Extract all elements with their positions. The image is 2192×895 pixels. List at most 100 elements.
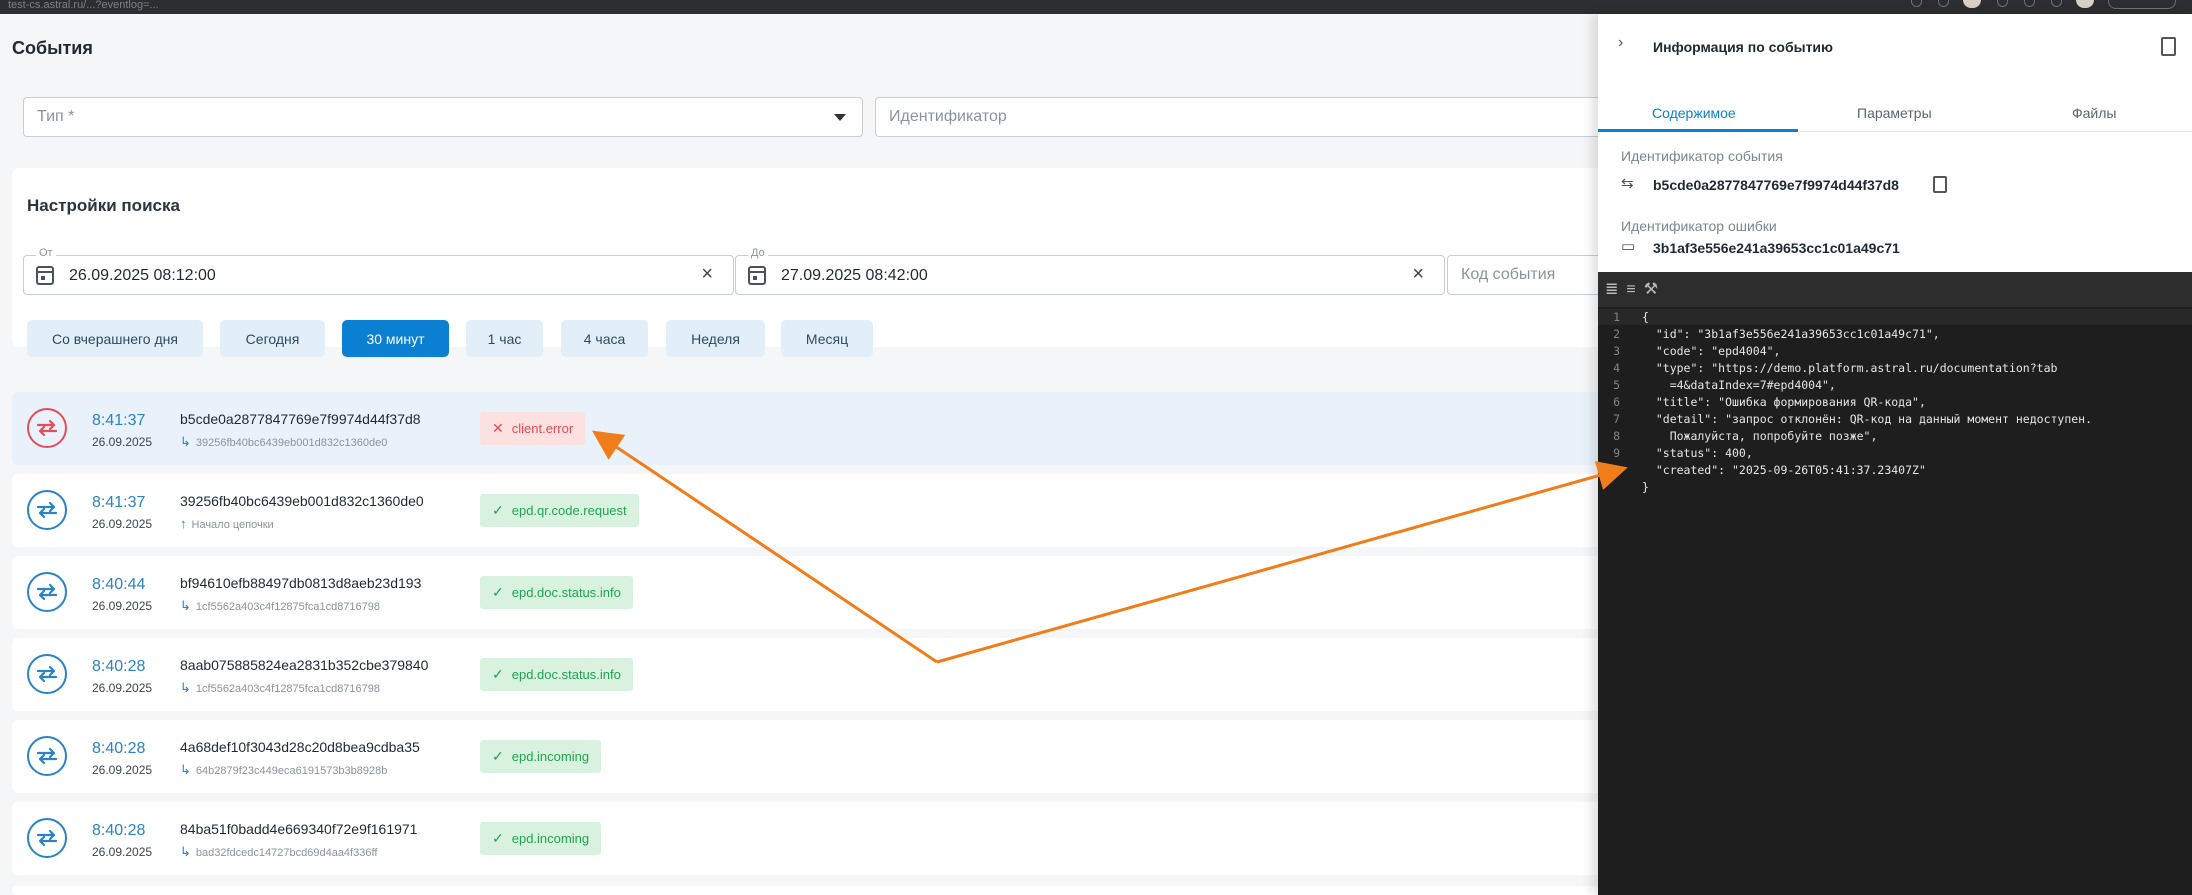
browser-menu-button[interactable] <box>2108 0 2176 9</box>
tab-content[interactable]: Содержимое <box>1652 105 1736 121</box>
event-row[interactable]: 8:40:44 26.09.2025 bf94610efb88497db0813d8… <box>12 556 1598 629</box>
line-number: 8 <box>1613 429 1620 443</box>
event-row[interactable]: 8:40:28 26.09.2025 84ba51f0badd4e669340f72… <box>12 802 1598 875</box>
date-to-field[interactable]: До 27.09.2025 08:42:00 × <box>735 247 1445 295</box>
event-parent-id[interactable]: ↳ 64b2879f23c449eca6191573b3b8928b <box>180 762 387 778</box>
line-number: 3 <box>1613 344 1620 358</box>
event-parent-id[interactable]: ↳ 39256fb40bc6439eb001d832c1360de0 <box>180 434 387 450</box>
date-from-value[interactable]: 26.09.2025 08:12:00 <box>69 267 216 285</box>
exchange-icon <box>27 572 67 612</box>
event-parent-text: 64b2879f23c449eca6191573b3b8928b <box>195 765 388 777</box>
chip-30-minutes[interactable]: 30 минут <box>342 320 449 357</box>
code-line: "created": "2025-09-26T05:41:37.23407Z" <box>1642 463 1926 477</box>
link-icon: ⇆ <box>1621 175 1634 192</box>
event-date: 26.09.2025 <box>92 517 153 531</box>
exchange-icon <box>27 490 67 530</box>
event-parent-id[interactable]: ↳ 1cf5562a403c4f12875fca1cd8716798 <box>180 598 380 614</box>
event-info-panel: › Информация по событию Содержимое Парам… <box>1598 14 2192 895</box>
chip-today[interactable]: Сегодня <box>220 320 325 357</box>
event-id-value[interactable]: b5cde0a2877847769e7f9974d44f37d8 <box>1653 177 1899 193</box>
chip-week[interactable]: Неделя <box>666 320 765 357</box>
event-date: 26.09.2025 <box>92 681 153 695</box>
event-parent-text: 1cf5562a403c4f12875fca1cd8716798 <box>195 601 381 613</box>
bookmark-icon[interactable] <box>1938 0 1949 7</box>
exchange-icon <box>27 408 67 448</box>
check-icon: ✓ <box>492 584 504 600</box>
event-id[interactable]: 39256fb40bc6439eb001d832c1360de0 <box>180 493 424 509</box>
event-id[interactable]: 4a68def10f3043d28c20d8bea9cdba35 <box>180 739 420 755</box>
line-number: 2 <box>1613 327 1620 341</box>
line-number: 6 <box>1613 395 1620 409</box>
json-code-editor[interactable]: ≣≡⚒ 1 2 3 4 5 6 7 8 9 { "id": "3b1af3e556e241a39… <box>1598 272 2192 895</box>
clear-icon[interactable]: × <box>701 263 713 286</box>
date-from-label: От <box>36 247 56 259</box>
compact-icon[interactable]: ≡ <box>1626 281 1643 298</box>
clear-icon[interactable]: × <box>1412 263 1424 286</box>
tab-parameters[interactable]: Параметры <box>1857 105 1932 121</box>
event-row-partial[interactable] <box>12 886 1598 895</box>
chip-4-hours[interactable]: 4 часа <box>561 320 648 357</box>
event-time: 8:41:37 <box>92 412 146 429</box>
chip-1-hour[interactable]: 1 час <box>466 320 543 357</box>
event-date: 26.09.2025 <box>92 763 153 777</box>
history-icon[interactable] <box>2051 0 2062 7</box>
event-parent-id[interactable]: ↳ bad32fdcedc14727bcd69d4aa4f336ff <box>180 844 377 860</box>
profile-avatar[interactable] <box>1963 0 1981 8</box>
chip-month[interactable]: Месяц <box>781 320 873 357</box>
chevron-right-icon[interactable]: › <box>1618 34 1623 52</box>
document-icon[interactable] <box>2161 37 2176 56</box>
event-id[interactable]: b5cde0a2877847769e7f9974d44f37d8 <box>180 411 421 427</box>
event-row[interactable]: 8:41:37 26.09.2025 39256fb40bc6439eb001d83… <box>12 474 1598 547</box>
calendar-icon[interactable] <box>748 266 766 285</box>
reply-arrow-icon: ↳ <box>180 762 191 777</box>
identifier-input[interactable]: Идентификатор <box>875 97 1598 137</box>
reply-arrow-icon: ↳ <box>180 434 191 449</box>
search-settings-card: Настройки поиска От 26.09.2025 08:12:00 … <box>12 168 1598 357</box>
reload-icon[interactable] <box>1911 0 1922 7</box>
copy-icon[interactable] <box>1933 176 1947 193</box>
event-time: 8:40:44 <box>92 576 146 593</box>
event-id[interactable]: 8aab075885824ea2831b352cbe379840 <box>180 657 428 673</box>
calendar-icon[interactable] <box>36 266 54 285</box>
event-type-badge: ✓ epd.incoming <box>480 740 602 773</box>
error-monitor-icon: ▭ <box>1621 238 1636 255</box>
reply-arrow-icon: ↳ <box>180 598 191 613</box>
error-id-value[interactable]: 3b1af3e556e241a39653cc1c01a49c71 <box>1653 240 1900 256</box>
chevron-down-icon[interactable] <box>834 114 846 121</box>
code-line: Пожалуйста, попробуйте позже", <box>1642 429 1878 443</box>
event-parent-id[interactable]: ↳ 1cf5562a403c4f12875fca1cd8716798 <box>180 680 380 696</box>
tab-files[interactable]: Файлы <box>2072 105 2116 121</box>
code-line: "id": "3b1af3e556e241a39653cc1c01a49c71"… <box>1642 327 1940 341</box>
chip-since-yesterday[interactable]: Со вчерашнего дня <box>27 320 203 357</box>
json-content[interactable]: { "id": "3b1af3e556e241a39653cc1c01a49c7… <box>1642 309 2092 496</box>
editor-toolbar: ≣≡⚒ <box>1598 272 2192 307</box>
check-icon: ✓ <box>492 502 504 518</box>
wrench-icon[interactable]: ⚒ <box>1644 281 1666 298</box>
events-page: События Тип * Идентификатор Настройки по… <box>0 14 1598 895</box>
event-row[interactable]: 8:40:28 26.09.2025 8aab075885824ea2831b352… <box>12 638 1598 711</box>
code-line: { <box>1642 310 1649 324</box>
user-avatar[interactable] <box>2076 0 2094 8</box>
type-select[interactable]: Тип * <box>23 97 863 137</box>
event-time: 8:41:37 <box>92 494 146 511</box>
event-code-placeholder: Код события <box>1461 266 1556 283</box>
code-line: } <box>1642 480 1649 494</box>
active-tab-indicator <box>1598 129 1798 132</box>
date-to-value[interactable]: 27.09.2025 08:42:00 <box>781 267 928 285</box>
extension-icon[interactable] <box>1997 0 2008 7</box>
event-id[interactable]: bf94610efb88497db0813d8aeb23d193 <box>180 575 421 591</box>
exchange-icon <box>27 818 67 858</box>
exchange-icon <box>27 736 67 776</box>
event-code-input[interactable]: Код события <box>1447 255 1598 295</box>
event-id[interactable]: 84ba51f0badd4e669340f72e9f161971 <box>180 821 417 837</box>
format-icon[interactable]: ≣ <box>1605 281 1626 298</box>
line-number: 7 <box>1613 412 1620 426</box>
event-parent-id[interactable]: ↑ Начало цепочки <box>180 516 274 531</box>
code-line: "code": "epd4004", <box>1642 344 1781 358</box>
download-icon[interactable] <box>2024 0 2035 7</box>
check-icon: ✓ <box>492 666 504 682</box>
date-from-field[interactable]: От 26.09.2025 08:12:00 × <box>23 247 734 295</box>
date-to-label: До <box>748 247 768 259</box>
event-row[interactable]: 8:40:28 26.09.2025 4a68def10f3043d28c20d8b… <box>12 720 1598 793</box>
event-row[interactable]: 8:41:37 26.09.2025 b5cde0a2877847769e7f997… <box>12 392 1598 465</box>
